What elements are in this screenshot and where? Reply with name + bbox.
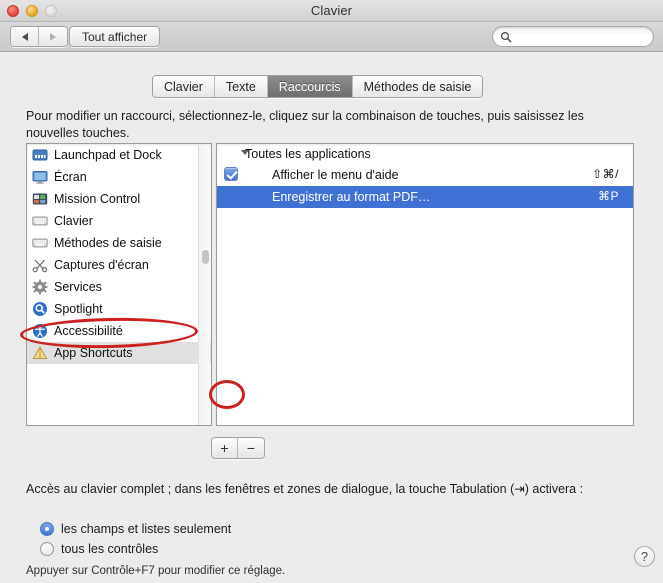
back-button[interactable] <box>11 27 39 46</box>
sidebar-item-spotlight[interactable]: Spotlight <box>27 298 211 320</box>
preferences-content: Clavier Texte Raccourcis Méthodes de sai… <box>0 53 663 583</box>
navigation-buttons <box>10 26 68 47</box>
window-title: Clavier <box>310 3 353 18</box>
chevron-right-icon <box>50 32 56 41</box>
shortcut-group-label: Toutes les applications <box>245 147 371 161</box>
toolbar: Tout afficher <box>0 22 663 52</box>
list-edit-buttons: + − <box>211 437 265 459</box>
shortcut-key[interactable]: ⇧⌘/ <box>592 167 619 181</box>
search-input[interactable] <box>515 28 641 45</box>
window-titlebar: Clavier <box>0 0 663 22</box>
sidebar-item-label: App Shortcuts <box>54 346 133 360</box>
shortcut-name: Afficher le menu d'aide <box>272 168 399 182</box>
table-row[interactable]: Enregistrer au format PDF… ⌘P <box>217 186 633 208</box>
radio-label: tous les contrôles <box>61 542 159 556</box>
sidebar-item-label: Launchpad et Dock <box>54 148 162 162</box>
table-row[interactable]: Afficher le menu d'aide ⇧⌘/ <box>217 164 633 186</box>
sidebar-item-mission-control[interactable]: Mission Control <box>27 188 211 210</box>
shortcut-key[interactable]: ⌘P <box>598 189 619 203</box>
tab-raccourcis[interactable]: Raccourcis <box>267 76 353 97</box>
sidebar-scrollbar[interactable] <box>198 145 210 425</box>
spotlight-icon <box>32 301 48 317</box>
sidebar-item-label: Méthodes de saisie <box>54 236 162 250</box>
add-shortcut-button[interactable]: + <box>212 438 238 458</box>
radio-label: les champs et listes seulement <box>61 522 232 536</box>
sidebar-item-services[interactable]: Services <box>27 276 211 298</box>
sidebar-item-captures-decran[interactable]: Captures d'écran <box>27 254 211 276</box>
show-all-button[interactable]: Tout afficher <box>69 26 161 47</box>
tab-raccourcis-label: Raccourcis <box>278 79 341 94</box>
radio-all-controls[interactable]: tous les contrôles <box>40 542 158 556</box>
launchpad-dock-icon <box>32 147 48 163</box>
sidebar-item-label: Accessibilité <box>54 324 123 338</box>
screenshot-icon <box>32 257 48 273</box>
tab-texte-label: Texte <box>225 79 256 94</box>
tab-bar: Clavier Texte Raccourcis Méthodes de sai… <box>152 75 484 98</box>
tab-methodes-de-saisie[interactable]: Méthodes de saisie <box>352 76 483 97</box>
sidebar-item-launchpad-et-dock[interactable]: Launchpad et Dock <box>27 144 211 166</box>
shortcut-checkbox[interactable] <box>224 167 238 181</box>
shortcut-list[interactable]: Toutes les applications Afficher le menu… <box>216 143 634 426</box>
tab-clavier[interactable]: Clavier <box>153 76 215 97</box>
sidebar-item-label: Services <box>54 280 102 294</box>
help-button-label: ? <box>640 549 649 564</box>
show-all-label: Tout afficher <box>82 29 148 44</box>
sidebar-item-label: Spotlight <box>54 302 103 316</box>
chevron-left-icon <box>21 32 28 41</box>
tab-texte[interactable]: Texte <box>214 76 268 97</box>
remove-button-label: − <box>246 440 256 456</box>
add-button-label: + <box>220 440 229 456</box>
radio-button-icon[interactable] <box>40 542 54 556</box>
sidebar-scrollbar-thumb[interactable] <box>202 250 209 264</box>
sidebar-item-accessibilite[interactable]: Accessibilité <box>27 320 211 342</box>
keyboard-access-hint: Appuyer sur Contrôle+F7 pour modifier ce… <box>26 565 286 577</box>
mission-control-icon <box>32 191 48 207</box>
sidebar-item-label: Captures d'écran <box>54 258 149 272</box>
shortcut-category-list[interactable]: Launchpad et Dock Écran Mission Control … <box>26 143 212 426</box>
search-icon <box>500 31 512 42</box>
sidebar-item-label: Mission Control <box>54 192 141 206</box>
forward-button[interactable] <box>39 27 67 46</box>
search-field[interactable] <box>492 26 654 47</box>
radio-button-icon[interactable] <box>40 522 54 536</box>
sidebar-item-clavier[interactable]: Clavier <box>27 210 211 232</box>
tab-methodes-de-saisie-label: Méthodes de saisie <box>363 79 472 94</box>
full-keyboard-access-description: Accès au clavier complet ; dans les fenê… <box>26 482 584 496</box>
sidebar-item-label: Clavier <box>54 214 93 228</box>
tab-clavier-label: Clavier <box>164 79 203 94</box>
shortcut-group-header[interactable]: Toutes les applications <box>217 144 633 164</box>
sidebar-item-methodes-de-saisie[interactable]: Méthodes de saisie <box>27 232 211 254</box>
sidebar-item-ecran[interactable]: Écran <box>27 166 211 188</box>
chevron-down-icon[interactable] <box>241 150 249 155</box>
sidebar-item-app-shortcuts[interactable]: App Shortcuts <box>27 342 211 364</box>
radio-fields-and-lists-only[interactable]: les champs et listes seulement <box>40 522 231 536</box>
instructions-text: Pour modifier un raccourci, sélectionnez… <box>26 109 584 140</box>
services-gear-icon <box>32 279 48 295</box>
app-shortcuts-icon <box>32 345 48 361</box>
help-button[interactable]: ? <box>634 546 655 567</box>
display-icon <box>32 169 48 185</box>
sidebar-item-label: Écran <box>54 170 87 184</box>
remove-shortcut-button[interactable]: − <box>238 438 264 458</box>
keyboard-icon <box>32 213 48 229</box>
input-methods-icon <box>32 235 48 251</box>
shortcut-name: Enregistrer au format PDF… <box>272 190 431 204</box>
accessibility-icon <box>32 323 48 339</box>
